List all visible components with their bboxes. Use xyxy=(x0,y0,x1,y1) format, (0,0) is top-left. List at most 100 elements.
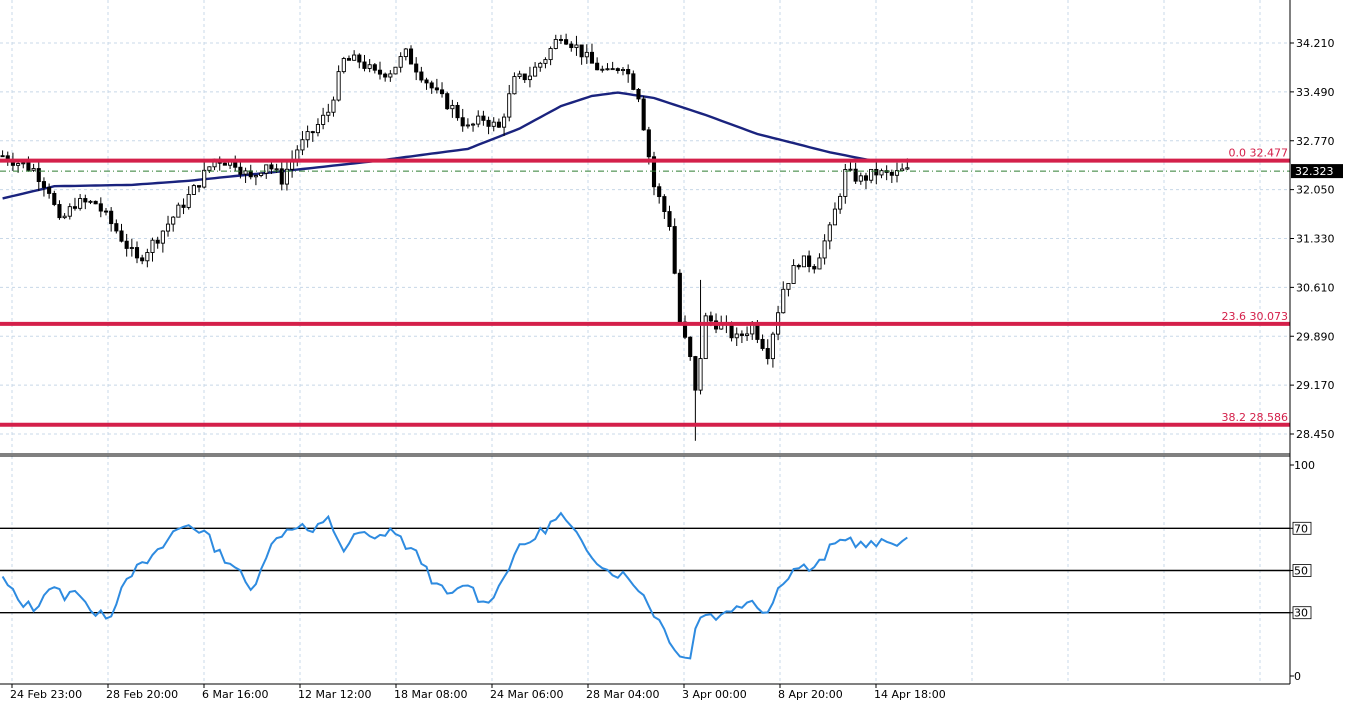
candle xyxy=(858,172,863,185)
candle xyxy=(352,50,357,61)
candle xyxy=(62,213,67,220)
candle-body xyxy=(362,61,367,69)
candle xyxy=(615,67,620,74)
candle-body xyxy=(848,168,853,171)
candle xyxy=(388,70,393,82)
candle xyxy=(0,150,5,158)
candle xyxy=(465,118,470,129)
candle-body xyxy=(517,73,522,78)
current-price-tag: 32.323 xyxy=(1291,164,1343,179)
candle xyxy=(109,207,114,232)
candle-body xyxy=(434,87,439,91)
candle xyxy=(36,159,41,191)
time-tick-label-3: 12 Mar 12:00 xyxy=(298,688,371,701)
candle-body xyxy=(331,99,336,113)
candle-body xyxy=(72,206,78,209)
fib-level-label-1: 23.6 30.073 xyxy=(1222,310,1288,323)
candle-body xyxy=(734,333,739,339)
candle xyxy=(393,66,398,75)
candle xyxy=(72,197,78,211)
candle xyxy=(150,237,155,262)
candle xyxy=(863,172,869,190)
candle-body xyxy=(729,323,734,339)
time-tick-label-2: 6 Mar 16:00 xyxy=(202,688,268,701)
candle-body xyxy=(796,264,801,268)
candle-body xyxy=(181,204,186,208)
rsi-axis: 100 70 50 30 0 xyxy=(1290,459,1315,683)
candle xyxy=(403,47,408,61)
candle-body xyxy=(569,43,574,49)
candle-body xyxy=(817,257,822,270)
candle-body xyxy=(336,71,341,101)
candlestick-series xyxy=(0,33,910,441)
candle xyxy=(315,118,321,137)
price-tick-label-3: 32.050 xyxy=(1296,184,1335,197)
price-tick-label-6: 29.890 xyxy=(1296,330,1335,343)
candle xyxy=(372,63,377,74)
candle-body xyxy=(827,224,832,242)
candle xyxy=(450,99,455,118)
candle-body xyxy=(832,208,838,226)
candle-body xyxy=(486,119,491,127)
current-price-tag-label: 32.323 xyxy=(1295,165,1334,178)
candle xyxy=(284,160,289,191)
candle xyxy=(812,264,817,274)
candle-body xyxy=(863,175,869,181)
candle xyxy=(176,202,181,218)
candle-body xyxy=(889,171,894,176)
candle-body xyxy=(367,64,372,69)
candle xyxy=(564,33,569,46)
candle-body xyxy=(243,170,248,175)
candle-body xyxy=(770,333,775,360)
candle-body xyxy=(579,44,584,58)
candle-body xyxy=(377,69,383,75)
candle-body xyxy=(295,149,300,161)
candle-body xyxy=(419,71,424,81)
candle-body xyxy=(610,68,615,71)
candle-body xyxy=(414,63,419,73)
candle-body xyxy=(631,73,636,90)
candle xyxy=(517,70,522,79)
time-axis: 24 Feb 23:00 28 Feb 20:00 6 Mar 16:00 12 Ma… xyxy=(10,684,946,701)
candle-body xyxy=(543,59,548,64)
candle-body xyxy=(512,76,517,95)
candle xyxy=(667,205,672,231)
time-tick-label-6: 28 Mar 04:00 xyxy=(586,688,659,701)
candle xyxy=(760,334,765,351)
candle-body xyxy=(176,204,181,218)
candle-body xyxy=(36,168,41,182)
candle-body xyxy=(807,255,812,267)
candle xyxy=(145,248,150,268)
candle xyxy=(796,263,801,270)
candle-body xyxy=(78,198,83,209)
candle-body xyxy=(383,73,388,78)
candle-body xyxy=(388,73,393,78)
candle-body xyxy=(300,139,305,151)
candle-body xyxy=(600,68,605,71)
candle xyxy=(445,91,450,110)
candle xyxy=(21,162,26,169)
candle xyxy=(140,254,145,265)
time-tick-label-8: 8 Apr 20:00 xyxy=(778,688,843,701)
candle xyxy=(631,70,636,91)
candle xyxy=(527,66,532,88)
candle xyxy=(626,64,631,83)
time-tick-label-9: 14 Apr 18:00 xyxy=(874,688,946,701)
candle-body xyxy=(202,169,207,188)
candle-body xyxy=(47,187,52,194)
candle-body xyxy=(672,226,677,274)
candle xyxy=(383,72,388,82)
fib-level-label-2: 38.2 28.586 xyxy=(1222,411,1288,424)
candle xyxy=(471,122,476,132)
candle xyxy=(651,151,657,196)
moving-average-layer xyxy=(2,91,872,200)
candle-body xyxy=(450,104,455,110)
candle xyxy=(57,200,62,220)
time-tick-label-4: 18 Mar 08:00 xyxy=(394,688,467,701)
candle xyxy=(734,327,739,346)
candle xyxy=(233,155,238,172)
candle-body xyxy=(31,168,36,171)
candle-body xyxy=(372,64,377,71)
candle xyxy=(538,61,543,72)
candle-body xyxy=(595,62,600,71)
